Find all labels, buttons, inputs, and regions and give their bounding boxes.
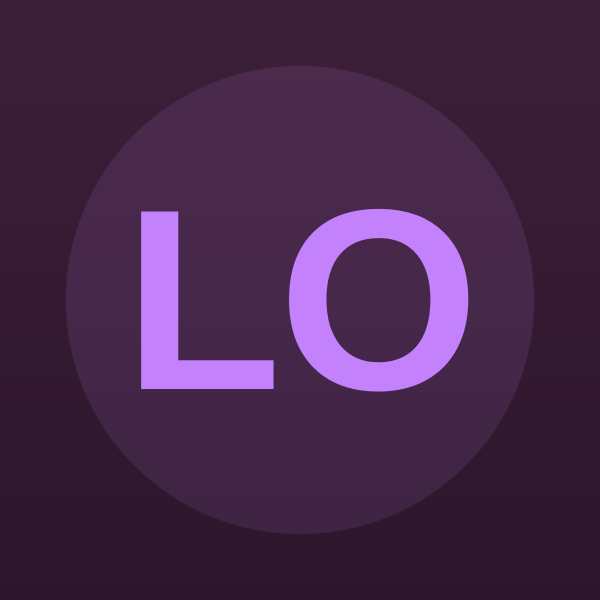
avatar-initials: LO bbox=[123, 155, 479, 444]
